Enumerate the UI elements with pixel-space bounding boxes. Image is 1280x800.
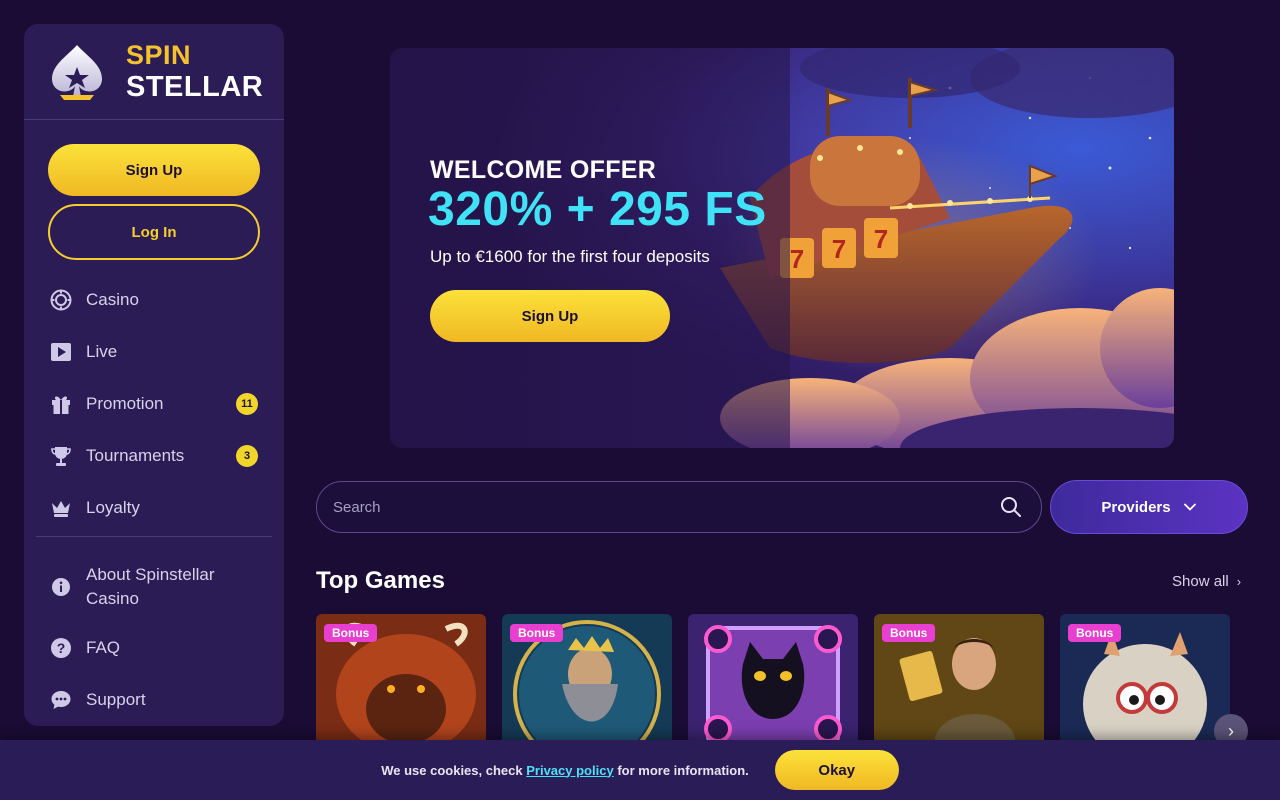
chevron-down-icon (1183, 503, 1196, 511)
search-bar (316, 481, 1042, 533)
sidebar-item-label: Support (86, 690, 146, 709)
privacy-policy-link[interactable]: Privacy policy (526, 763, 613, 778)
sidebar-item-label: Tournaments (86, 446, 185, 465)
cookie-banner: We use cookies, check Privacy policy for… (0, 740, 1280, 800)
sidebar-item-label: About Spinstellar Casino (86, 565, 215, 608)
bonus-tag: Bonus (1068, 624, 1122, 642)
sidebar-item-about[interactable]: About Spinstellar Casino (24, 552, 284, 622)
chevron-right-icon: › (1236, 574, 1242, 589)
cookie-message: We use cookies, check Privacy policy for… (381, 763, 749, 778)
sidebar: SPIN STELLAR Sign Up Log In Casino Live … (24, 24, 284, 726)
spade-logo-icon (52, 44, 102, 100)
providers-dropdown[interactable]: Providers (1050, 480, 1248, 534)
sidebar-divider (36, 536, 272, 537)
sidebar-nav: Casino Live Promotion 11 Tournaments 3 L… (24, 274, 284, 534)
bonus-tag: Bonus (882, 624, 936, 642)
brand-line1: SPIN (126, 39, 192, 70)
top-games-title: Top Games (316, 567, 445, 594)
casino-chip-icon (50, 289, 72, 311)
cookie-okay-button[interactable]: Okay (774, 750, 899, 790)
bonus-tag: Bonus (324, 624, 378, 642)
sidebar-item-tournaments[interactable]: Tournaments 3 (24, 430, 284, 482)
hero-amount: 320% + 295 FS (428, 183, 767, 236)
svg-text:7: 7 (874, 224, 888, 254)
search-input[interactable] (333, 498, 999, 516)
hero-kicker: WELCOME OFFER (430, 156, 657, 184)
search-icon[interactable] (999, 495, 1023, 519)
brand-line2: STELLAR (126, 70, 264, 103)
bonus-tag: Bonus (510, 624, 564, 642)
tournaments-count-badge: 3 (236, 445, 258, 467)
hero-subtitle: Up to €1600 for the first four deposits (430, 247, 710, 266)
cookie-text-after: for more information. (617, 762, 749, 778)
game-tile-buffalo[interactable]: Bonus (316, 614, 486, 744)
sidebar-item-label: FAQ (86, 638, 121, 657)
svg-text:7: 7 (832, 234, 846, 264)
sidebar-item-support[interactable]: Support (24, 674, 284, 726)
sidebar-item-loyalty[interactable]: Loyalty (24, 482, 284, 534)
sidebar-item-label: Promotion (86, 394, 164, 413)
game-thumbnail (688, 614, 858, 744)
cookie-text-before: We use cookies, check (381, 762, 523, 778)
trophy-icon (50, 445, 72, 467)
game-tile-monster[interactable]: Bonus (1060, 614, 1230, 744)
game-tile-explorer[interactable]: Bonus (874, 614, 1044, 744)
gift-icon (50, 393, 72, 415)
sidebar-item-faq[interactable]: ? FAQ (24, 622, 284, 674)
providers-label: Providers (1101, 498, 1171, 516)
game-tile-black-cat[interactable] (688, 614, 858, 744)
hero-signup-button[interactable]: Sign Up (430, 290, 670, 342)
top-games-carousel: Bonus Bonus Bonus Bonus (316, 614, 1280, 744)
info-icon (50, 576, 72, 598)
game-tile-zeus[interactable]: Bonus (502, 614, 672, 744)
sidebar-item-label: Live (86, 342, 118, 361)
svg-text:7: 7 (790, 244, 804, 274)
promotion-count-badge: 11 (236, 393, 258, 415)
logo[interactable]: SPIN STELLAR (24, 24, 284, 120)
show-all-label: Show all (1172, 573, 1229, 590)
chat-icon (50, 689, 72, 711)
sidebar-item-label: Loyalty (86, 498, 140, 517)
play-icon (50, 341, 72, 363)
question-icon: ? (50, 637, 72, 659)
svg-text:?: ? (57, 640, 66, 656)
sidebar-item-casino[interactable]: Casino (24, 274, 284, 326)
show-all-link[interactable]: Show all › (1172, 573, 1241, 590)
sidebar-login-button[interactable]: Log In (48, 204, 260, 260)
sidebar-item-label: Casino (86, 290, 139, 309)
sidebar-secondary-nav: About Spinstellar Casino ? FAQ Support (24, 552, 284, 726)
sidebar-item-promotion[interactable]: Promotion 11 (24, 378, 284, 430)
welcome-offer-banner[interactable]: 7 7 7 WELCOME OFFER 320% + 295 FS Up to … (390, 48, 1174, 448)
sidebar-item-live[interactable]: Live (24, 326, 284, 378)
chevron-right-icon: › (1228, 720, 1234, 741)
sidebar-signup-button[interactable]: Sign Up (48, 144, 260, 196)
crown-icon (50, 497, 72, 519)
